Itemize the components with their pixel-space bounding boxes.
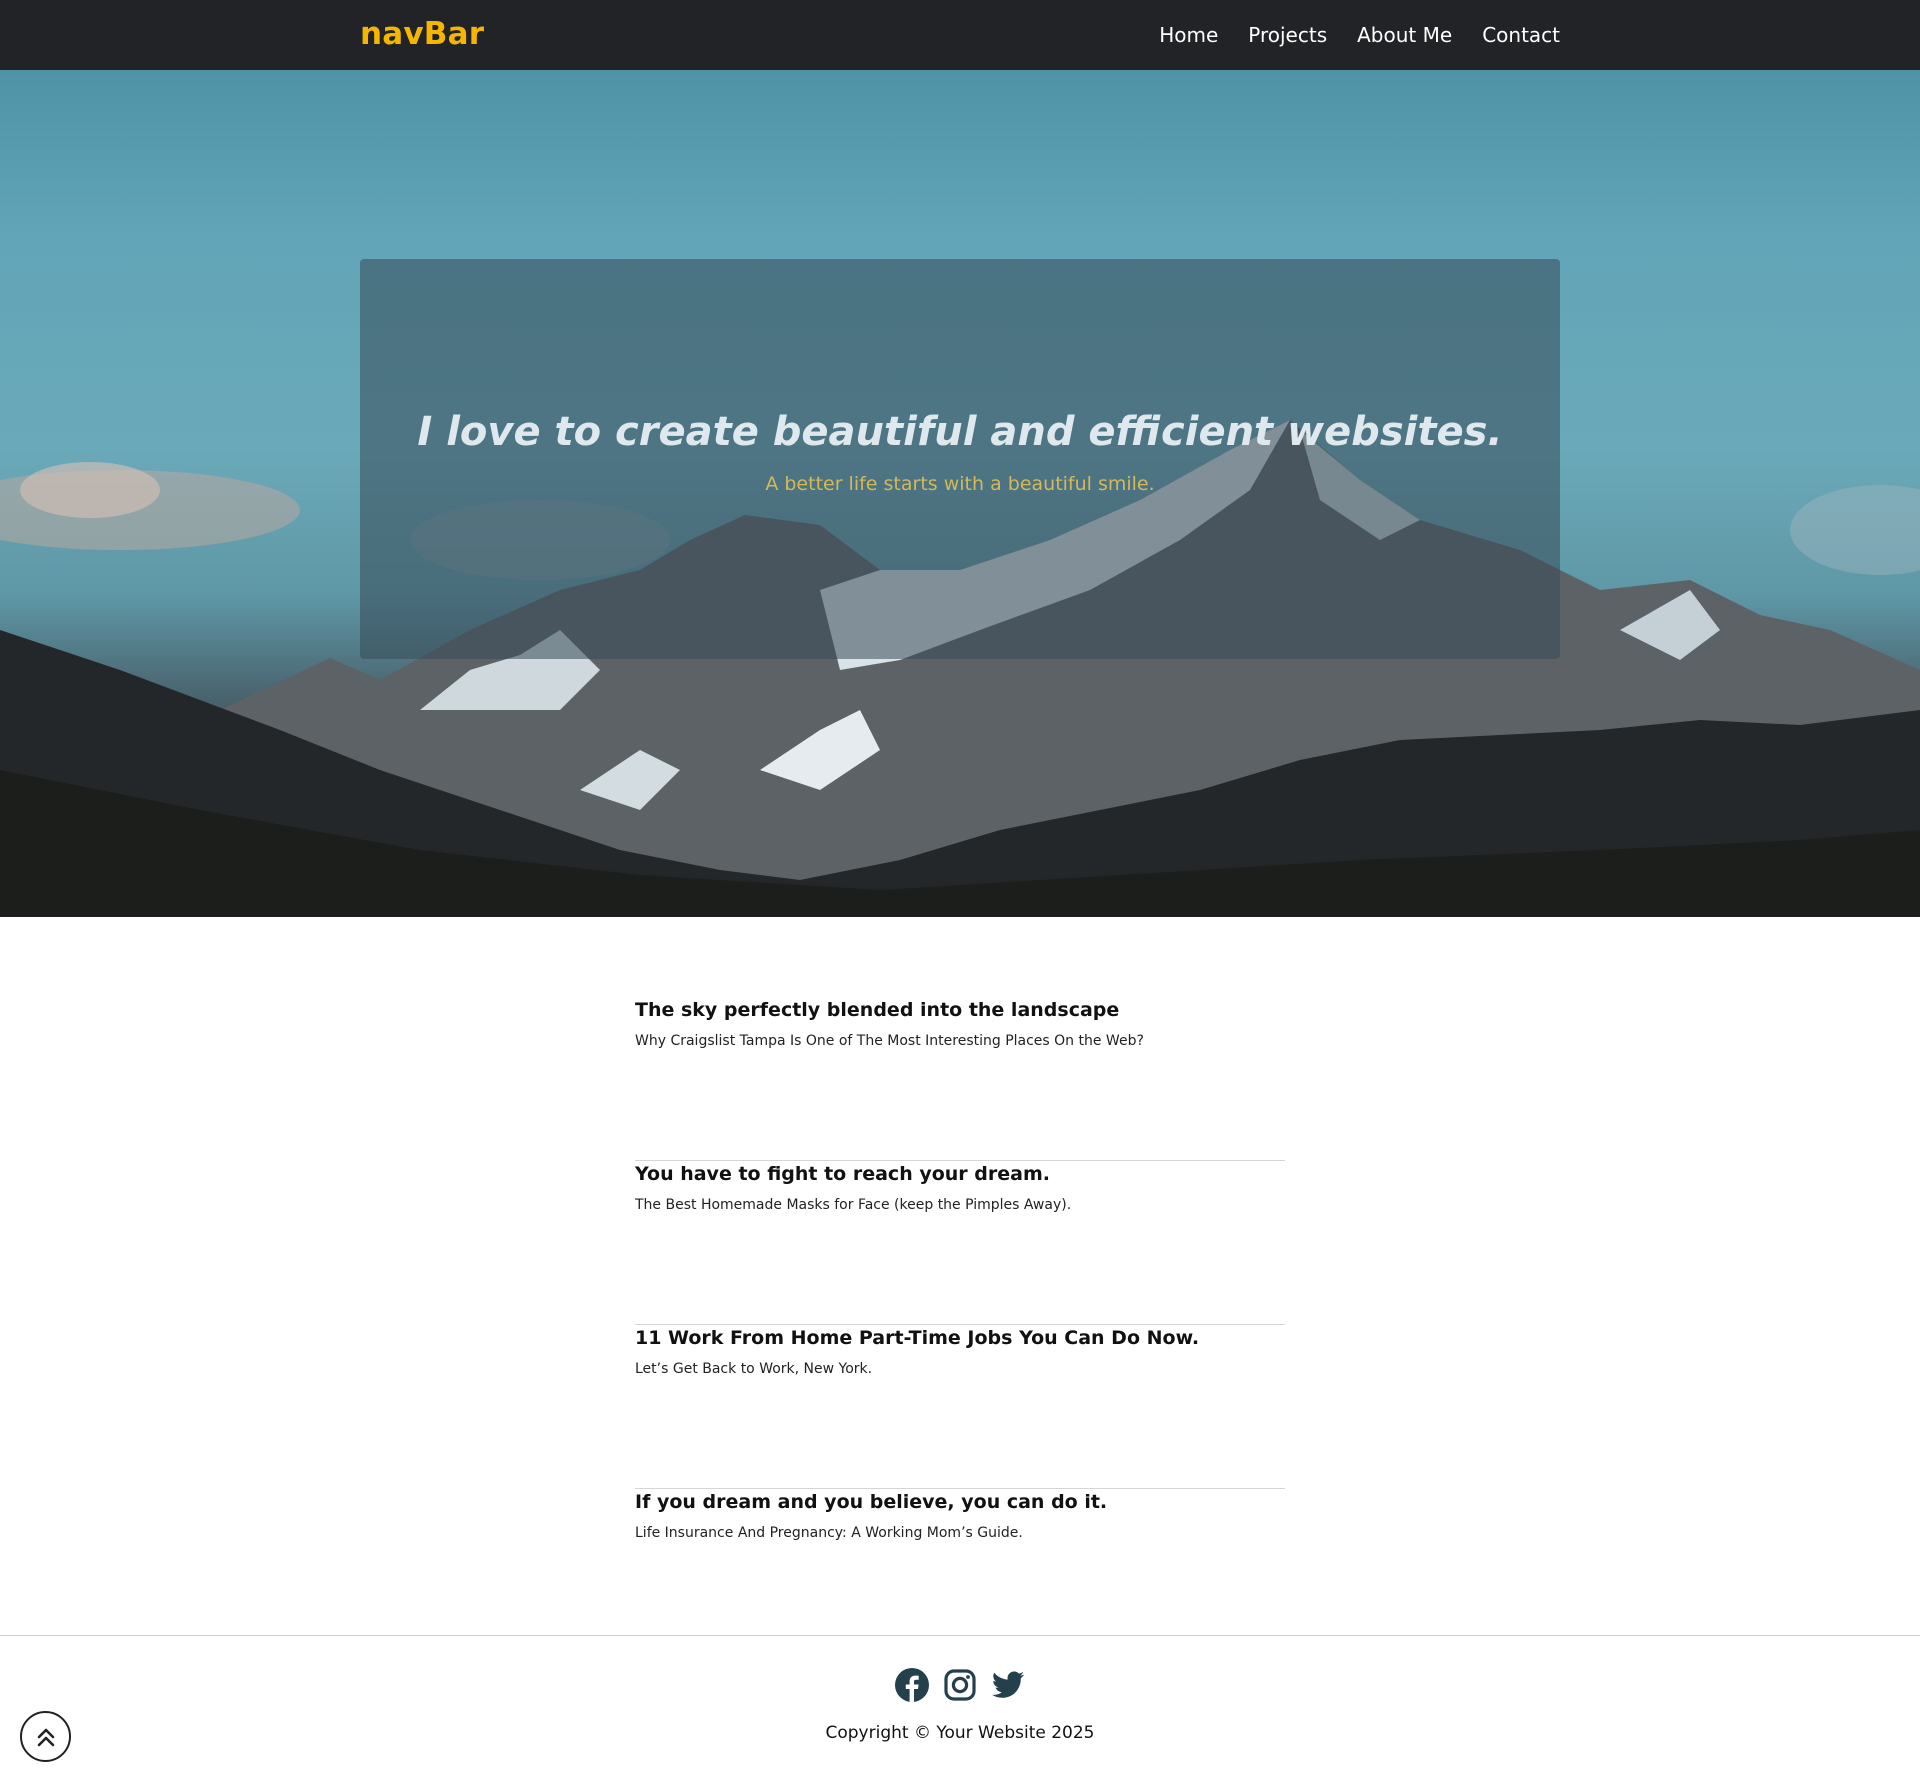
back-to-top-button[interactable] <box>20 1711 71 1762</box>
facebook-icon[interactable] <box>895 1668 929 1702</box>
post-title[interactable]: You have to fight to reach your dream. <box>635 1161 1285 1187</box>
post-subtitle: The Best Homemade Masks for Face (keep t… <box>635 1197 1072 1213</box>
post-title[interactable]: The sky perfectly blended into the lands… <box>635 997 1285 1023</box>
hero-subtitle: A better life starts with a beautiful sm… <box>765 473 1155 495</box>
nav-links: Home Projects About Me Contact <box>1159 0 1560 70</box>
hero-title: I love to create beautiful and efficient… <box>417 409 1503 455</box>
post-item[interactable]: 11 Work From Home Part-Time Jobs You Can… <box>635 1325 1285 1489</box>
twitter-icon[interactable] <box>991 1668 1025 1702</box>
copyright-text: Copyright © Your Website 2025 <box>825 1723 1095 1743</box>
nav-link-projects[interactable]: Projects <box>1248 23 1327 47</box>
post-title[interactable]: 11 Work From Home Part-Time Jobs You Can… <box>635 1325 1285 1351</box>
post-subtitle: Life Insurance And Pregnancy: A Working … <box>635 1525 1023 1541</box>
post-title[interactable]: If you dream and you believe, you can do… <box>635 1489 1285 1515</box>
social-links <box>0 1668 1920 1702</box>
brand-logo[interactable]: navBar <box>360 16 484 52</box>
post-item[interactable]: You have to fight to reach your dream. T… <box>635 1161 1285 1325</box>
post-item[interactable]: The sky perfectly blended into the lands… <box>635 997 1285 1161</box>
nav-link-about-me[interactable]: About Me <box>1357 23 1452 47</box>
post-item[interactable]: If you dream and you believe, you can do… <box>635 1489 1285 1653</box>
footer: Copyright © Your Website 2025 <box>0 1635 1920 1782</box>
post-subtitle: Let’s Get Back to Work, New York. <box>635 1361 873 1377</box>
hero-overlay-box: I love to create beautiful and efficient… <box>360 259 1560 659</box>
nav-link-home[interactable]: Home <box>1159 23 1218 47</box>
nav-link-contact[interactable]: Contact <box>1482 23 1560 47</box>
navbar: navBar Home Projects About Me Contact <box>0 0 1920 70</box>
post-list: The sky perfectly blended into the lands… <box>635 997 1285 1653</box>
instagram-icon[interactable] <box>943 1668 977 1702</box>
post-subtitle: Why Craigslist Tampa Is One of The Most … <box>635 1033 1144 1049</box>
double-chevron-up-icon <box>37 1728 55 1747</box>
hero-section: I love to create beautiful and efficient… <box>0 70 1920 917</box>
